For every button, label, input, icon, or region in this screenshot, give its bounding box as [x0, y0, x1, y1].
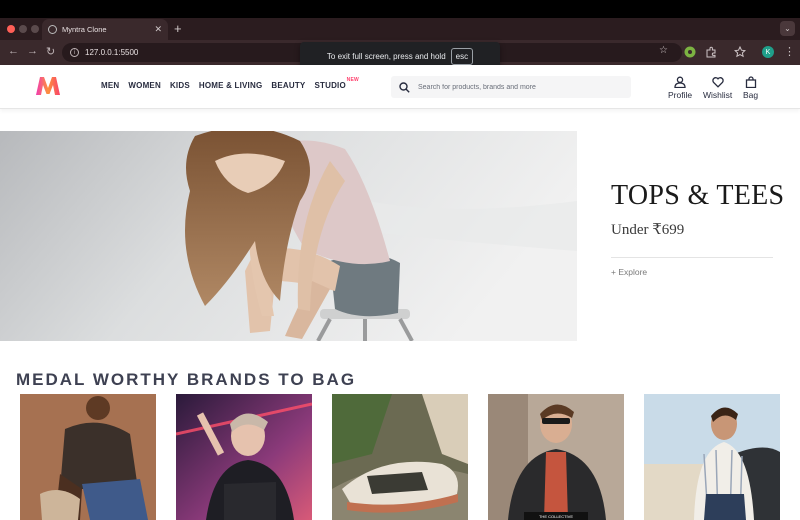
tab-close-icon[interactable]: ✕ — [154, 24, 162, 35]
brand-photo-man-neon — [176, 394, 312, 520]
search-input[interactable] — [418, 83, 618, 91]
bag-label: Bag — [743, 90, 759, 100]
brand-card[interactable] — [644, 394, 780, 520]
bag-button[interactable]: Bag — [743, 76, 758, 100]
brand-card[interactable] — [176, 394, 312, 520]
new-tab-button[interactable]: + — [174, 21, 182, 36]
shopping-bag-icon — [745, 76, 756, 88]
fullscreen-window-button[interactable] — [31, 25, 39, 33]
wishlist-button[interactable]: Wishlist — [703, 76, 732, 100]
hero-divider — [611, 257, 773, 258]
brand-card[interactable]: THE COLLECTIVE — [488, 394, 624, 520]
hero-banner-image[interactable] — [0, 131, 577, 341]
myntra-logo[interactable] — [35, 75, 61, 97]
browser-tab-active[interactable]: Myntra Clone ✕ — [42, 19, 168, 40]
wishlist-label: Wishlist — [703, 90, 733, 100]
tab-search-button[interactable]: ⌄ — [780, 21, 795, 36]
browser-profile-avatar[interactable]: K — [762, 46, 774, 58]
nav-home-living[interactable]: HOME & LIVING — [199, 81, 263, 90]
bookmarks-star-icon[interactable] — [734, 46, 746, 58]
forward-arrow-icon[interactable]: → — [27, 45, 38, 57]
hero-title: TOPS & TEES — [611, 180, 785, 211]
brand-photo-sneaker — [332, 394, 468, 520]
bookmark-star-icon[interactable]: ☆ — [659, 45, 668, 56]
nav-men[interactable]: MEN — [101, 81, 119, 90]
profile-button[interactable]: Profile — [668, 76, 692, 100]
new-badge: NEW — [346, 77, 359, 83]
brand-card[interactable] — [332, 394, 468, 520]
fullscreen-toast-message: To exit full screen, press and hold — [326, 51, 446, 61]
browser-tab-strip: Myntra Clone ✕ + ⌄ — [0, 18, 800, 40]
nav-studio[interactable]: STUDIO NEW — [314, 77, 358, 90]
main-nav: MEN WOMEN KIDS HOME & LIVING BEAUTY STUD… — [101, 77, 359, 90]
brand-photo-man-by-car — [644, 394, 780, 520]
browser-menu-icon[interactable]: ⋮ — [784, 45, 795, 58]
nav-beauty[interactable]: BEAUTY — [271, 81, 305, 90]
site-header: MEN WOMEN KIDS HOME & LIVING BEAUTY STUD… — [0, 65, 800, 109]
back-arrow-icon[interactable]: ← — [8, 45, 19, 57]
hero-subtitle: Under ₹699 — [611, 222, 685, 238]
brands-section-title: MEDAL WORTHY BRANDS TO BAG — [16, 370, 357, 389]
search-bar[interactable] — [391, 76, 631, 98]
minimize-window-button[interactable] — [19, 25, 27, 33]
brand-card-caption: THE COLLECTIVE — [539, 514, 573, 519]
url-text: 127.0.0.1:5500 — [85, 48, 139, 57]
heart-icon — [711, 77, 724, 88]
close-window-button[interactable] — [7, 25, 15, 33]
extensions-puzzle-icon[interactable] — [705, 46, 717, 58]
fullscreen-toast-key: esc — [450, 47, 474, 65]
site-info-icon[interactable]: i — [70, 48, 79, 57]
nav-studio-label: STUDIO — [314, 81, 346, 90]
profile-label: Profile — [668, 90, 693, 100]
hero-copy: TOPS & TEES Under ₹699 + Explore — [611, 180, 785, 280]
search-icon — [399, 81, 410, 93]
reload-icon[interactable]: ↻ — [46, 45, 55, 58]
nav-kids[interactable]: KIDS — [170, 81, 190, 90]
brand-photo-man-crouching — [20, 394, 156, 520]
globe-icon — [48, 25, 57, 34]
tab-title: Myntra Clone — [62, 25, 107, 34]
hero-model-photo — [0, 131, 577, 341]
explore-link[interactable]: + Explore — [611, 267, 647, 277]
brand-photo-man-sunglasses: THE COLLECTIVE — [488, 394, 624, 520]
nav-women[interactable]: WOMEN — [128, 81, 161, 90]
screen-top-bar — [0, 0, 800, 18]
user-icon — [674, 76, 686, 88]
extension-green-icon[interactable] — [684, 46, 696, 58]
brand-card[interactable] — [20, 394, 156, 520]
